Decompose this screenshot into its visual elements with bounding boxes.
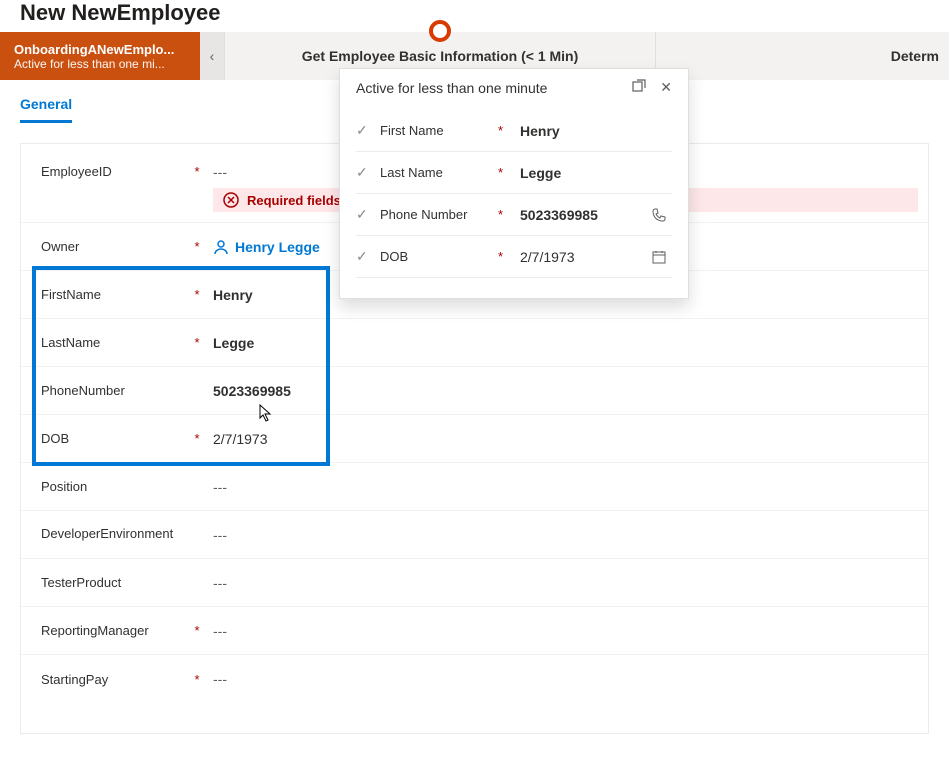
person-icon [213, 239, 229, 255]
required-mark: * [498, 123, 506, 138]
check-icon: ✓ [356, 206, 372, 223]
mouse-cursor-icon [259, 404, 273, 422]
label-dev-env: DeveloperEnvironment [41, 526, 191, 543]
label-owner: Owner [41, 239, 191, 254]
label-last-name: LastName [41, 335, 191, 350]
flyout-value-dob[interactable]: 2/7/1973 [514, 249, 644, 265]
required-mark: * [498, 165, 506, 180]
flyout-label-last: Last Name [380, 165, 490, 180]
flyout-dob: ✓ DOB * 2/7/1973 [356, 236, 672, 278]
field-dev-env: DeveloperEnvironment --- [21, 511, 928, 559]
stage-active-name: OnboardingANewEmplo... [14, 42, 186, 57]
label-phone: PhoneNumber [41, 383, 191, 398]
value-dev-env[interactable]: --- [203, 527, 918, 543]
value-tester[interactable]: --- [203, 575, 918, 591]
value-pay[interactable]: --- [203, 671, 918, 687]
label-first-name: FirstName [41, 287, 191, 302]
flyout-header: Active for less than one minute ✕ [356, 79, 672, 110]
calendar-icon[interactable] [652, 250, 672, 264]
value-manager[interactable]: --- [203, 623, 918, 639]
stage-flyout: Active for less than one minute ✕ ✓ Firs… [339, 68, 689, 299]
check-icon: ✓ [356, 248, 372, 265]
required-mark: * [191, 431, 203, 446]
field-phone: PhoneNumber 5023369985 [21, 367, 928, 415]
page-title: New NewEmployee [0, 0, 949, 32]
flyout-phone: ✓ Phone Number * 5023369985 [356, 194, 672, 236]
value-position[interactable]: --- [203, 479, 918, 495]
field-manager: ReportingManager * --- [21, 607, 928, 655]
label-position: Position [41, 479, 191, 494]
required-mark: * [191, 164, 203, 179]
flyout-label-first: First Name [380, 123, 490, 138]
required-mark: * [191, 335, 203, 350]
stage-active-sub: Active for less than one mi... [14, 57, 186, 71]
required-mark: * [191, 239, 203, 254]
field-tester: TesterProduct --- [21, 559, 928, 607]
popout-icon[interactable] [632, 79, 646, 96]
label-manager: ReportingManager [41, 623, 191, 638]
stage-collapse-button[interactable]: ‹ [200, 32, 224, 80]
stage-future[interactable]: Determ [656, 32, 949, 80]
phone-icon[interactable] [652, 208, 672, 222]
stage-indicator-icon [429, 20, 451, 42]
required-mark: * [498, 207, 506, 222]
flyout-title: Active for less than one minute [356, 80, 547, 96]
label-pay: StartingPay [41, 672, 191, 687]
flyout-value-phone[interactable]: 5023369985 [514, 207, 644, 223]
owner-name: Henry Legge [235, 239, 320, 255]
check-icon: ✓ [356, 164, 372, 181]
stage-next-label: Get Employee Basic Information (< 1 Min) [302, 48, 579, 64]
label-tester: TesterProduct [41, 575, 191, 590]
required-mark: * [191, 623, 203, 638]
flyout-last-name: ✓ Last Name * Legge [356, 152, 672, 194]
required-mark: * [498, 249, 506, 264]
field-dob: DOB * 2/7/1973 [21, 415, 928, 463]
value-dob[interactable]: 2/7/1973 [203, 431, 918, 447]
flyout-value-first[interactable]: Henry [514, 123, 644, 139]
check-icon: ✓ [356, 122, 372, 139]
error-text: Required fields [247, 193, 341, 208]
stage-active[interactable]: OnboardingANewEmplo... Active for less t… [0, 32, 200, 80]
required-mark: * [191, 287, 203, 302]
flyout-value-last[interactable]: Legge [514, 165, 644, 181]
field-position: Position --- [21, 463, 928, 511]
stage-future-label: Determ [891, 48, 939, 64]
flyout-label-phone: Phone Number [380, 207, 490, 222]
label-dob: DOB [41, 431, 191, 446]
field-pay: StartingPay * --- [21, 655, 928, 703]
tab-general[interactable]: General [20, 96, 72, 123]
close-icon[interactable]: ✕ [660, 79, 672, 96]
value-last-name[interactable]: Legge [203, 335, 918, 351]
flyout-first-name: ✓ First Name * Henry [356, 110, 672, 152]
field-last-name: LastName * Legge [21, 319, 928, 367]
value-phone[interactable]: 5023369985 [203, 383, 918, 399]
flyout-label-dob: DOB [380, 249, 490, 264]
error-icon [223, 192, 239, 208]
required-mark: * [191, 672, 203, 687]
label-employee-id: EmployeeID [41, 164, 191, 179]
